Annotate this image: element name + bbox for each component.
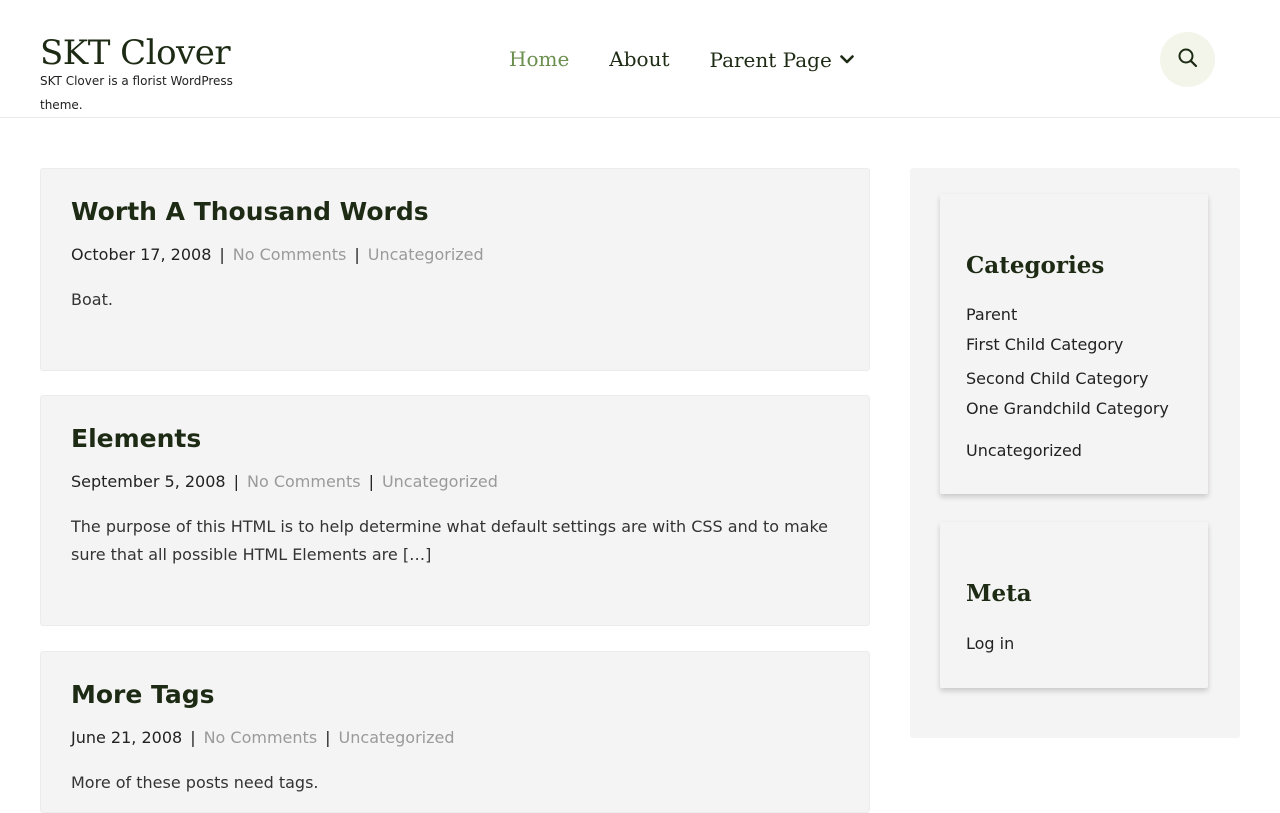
search-button[interactable] (1160, 32, 1215, 87)
post-excerpt: The purpose of this HTML is to help dete… (71, 517, 829, 564)
nav-item-home[interactable]: Home (509, 45, 569, 73)
post-card: Worth A Thousand Words October 17, 2008 |… (40, 168, 870, 371)
post-comments-link[interactable]: No Comments (233, 245, 347, 264)
post-date[interactable]: June 21, 2008 (71, 728, 182, 747)
category-link-first-child[interactable]: First Child Category (966, 335, 1123, 354)
meta-separator: | (190, 728, 196, 747)
post-title[interactable]: Worth A Thousand Words (71, 197, 429, 226)
post-card: Elements September 5, 2008 | No Comments | U… (40, 395, 870, 626)
sidebar: Categories Parent First Child Category S… (910, 168, 1240, 738)
post-category-link[interactable]: Uncategorized (382, 472, 498, 491)
category-link-parent[interactable]: Parent (966, 305, 1017, 324)
post-comments-link[interactable]: No Comments (204, 728, 318, 747)
category-link-second-child[interactable]: Second Child Category (966, 369, 1149, 388)
meta-separator: | (354, 245, 360, 264)
post-title[interactable]: Elements (71, 424, 201, 453)
post-card: More Tags June 21, 2008 | No Comments | Unca… (40, 651, 870, 813)
post-meta: October 17, 2008 | No Comments | Uncategoriz… (71, 245, 484, 264)
post-excerpt: More of these posts need tags. (71, 773, 319, 792)
meta-widget-title: Meta (966, 580, 1032, 607)
categories-widget: Categories Parent First Child Category S… (940, 194, 1208, 494)
category-link-uncategorized[interactable]: Uncategorized (966, 441, 1082, 460)
primary-nav: Home About Parent Page (509, 44, 894, 74)
chevron-down-icon[interactable] (839, 44, 854, 72)
post-comments-link[interactable]: No Comments (247, 472, 361, 491)
category-link-one-grandchild[interactable]: One Grandchild Category (966, 399, 1169, 418)
search-icon (1177, 47, 1199, 73)
site-header: SKT Clover SKT Clover is a florist WordP… (0, 0, 1280, 118)
nav-item-parent-page-label: Parent Page (709, 48, 832, 72)
meta-separator: | (233, 472, 239, 491)
nav-item-about[interactable]: About (609, 45, 669, 73)
post-category-link[interactable]: Uncategorized (368, 245, 484, 264)
meta-separator: | (325, 728, 331, 747)
login-link[interactable]: Log in (966, 634, 1014, 653)
meta-separator: | (368, 472, 374, 491)
post-date[interactable]: October 17, 2008 (71, 245, 211, 264)
meta-widget: Meta Log in (940, 522, 1208, 688)
post-excerpt: Boat. (71, 290, 113, 309)
post-date[interactable]: September 5, 2008 (71, 472, 226, 491)
post-category-link[interactable]: Uncategorized (339, 728, 455, 747)
post-meta: September 5, 2008 | No Comments | Uncategori… (71, 472, 498, 491)
site-tagline: SKT Clover is a florist WordPress theme. (40, 74, 233, 112)
post-meta: June 21, 2008 | No Comments | Uncategorized (71, 728, 454, 747)
nav-item-parent-page[interactable]: Parent Page (710, 44, 854, 74)
site-title[interactable]: SKT Clover (40, 33, 231, 73)
post-title[interactable]: More Tags (71, 680, 215, 709)
categories-widget-title: Categories (966, 252, 1105, 279)
meta-separator: | (219, 245, 225, 264)
